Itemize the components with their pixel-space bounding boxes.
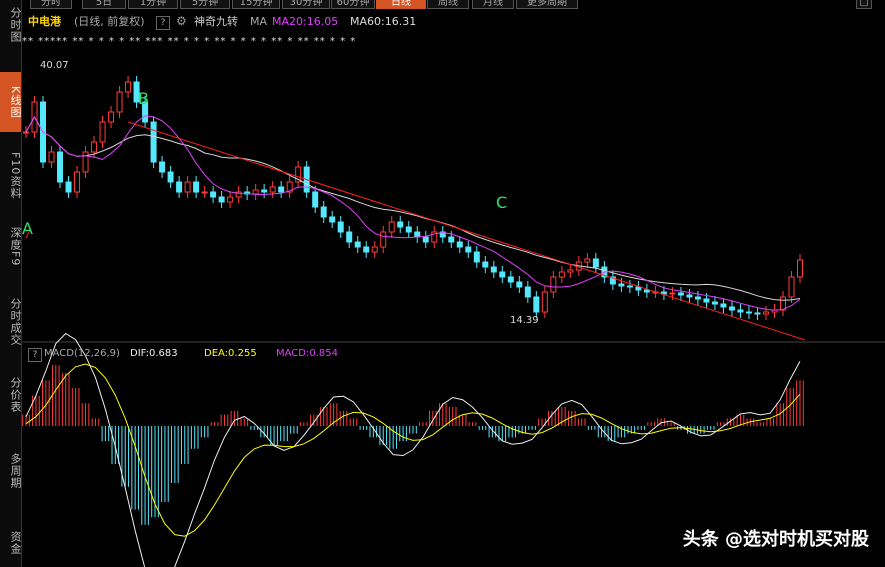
candle-body	[57, 151, 64, 183]
candle-body	[584, 258, 591, 263]
candle-body	[380, 231, 387, 248]
candle-body	[635, 286, 642, 291]
candle-body	[227, 196, 234, 203]
candle-body	[261, 189, 268, 193]
candle-body	[210, 191, 217, 198]
candle-body	[567, 269, 574, 273]
candle-body	[388, 221, 395, 233]
candle-body	[788, 276, 795, 298]
macd-title[interactable]: MACD(12,26,9)	[44, 346, 120, 362]
candle-body	[184, 181, 191, 193]
candle-body	[677, 292, 684, 296]
candle-body	[422, 236, 429, 243]
candle-body	[312, 191, 319, 208]
candle-body	[797, 259, 803, 278]
trend-line-upper	[127, 121, 806, 341]
candle-body	[686, 294, 693, 298]
candle-body	[354, 241, 361, 248]
candle-body	[533, 296, 540, 313]
candle-body	[269, 186, 276, 193]
candle-body	[754, 312, 761, 315]
candle-body	[711, 301, 718, 305]
candle-body	[745, 311, 752, 314]
candle-body	[779, 296, 786, 311]
candle-body	[728, 306, 735, 311]
candle-body	[91, 141, 98, 153]
price-low-label: 14.39	[510, 315, 539, 326]
candle-body	[482, 261, 489, 268]
candle-body	[252, 189, 259, 195]
candle-body	[448, 236, 455, 243]
candle-body	[371, 246, 378, 253]
candle-body	[465, 246, 472, 253]
ma20-line	[25, 115, 801, 311]
candle-body	[329, 216, 336, 223]
candle-body	[414, 231, 421, 238]
annotation-b: B	[138, 89, 149, 108]
price-high-label: 40.07	[40, 60, 69, 71]
candle-body	[550, 276, 557, 293]
candle-body	[456, 241, 463, 248]
candle-body	[201, 191, 208, 194]
ma60-line	[25, 115, 801, 301]
candle-body	[618, 283, 625, 287]
candle-body	[669, 292, 676, 295]
candle-body	[703, 298, 710, 303]
candle-body	[516, 281, 523, 288]
candle-body	[159, 161, 166, 173]
candle-body	[405, 226, 412, 233]
macd-dif: DIF:0.683	[130, 348, 178, 359]
candle-body	[737, 309, 744, 313]
candle-body	[65, 181, 72, 193]
candle-body	[218, 196, 225, 203]
candle-body	[176, 181, 183, 193]
candle-body	[99, 121, 106, 143]
candle-body	[558, 271, 565, 278]
macd-help-icon[interactable]: ?	[28, 348, 42, 362]
candle-body	[48, 151, 55, 163]
candle-body	[116, 91, 123, 113]
candle-body	[592, 258, 599, 268]
candle-body	[490, 266, 497, 273]
candle-body	[193, 181, 200, 193]
candle-body	[320, 206, 327, 218]
candle-body	[23, 131, 29, 134]
candle-body	[108, 111, 115, 123]
candle-body	[541, 291, 548, 313]
candle-body	[473, 251, 480, 263]
candle-body	[720, 303, 727, 308]
candle-body	[346, 231, 353, 243]
candle-body	[337, 221, 344, 233]
candle-body	[74, 171, 81, 193]
candle-body	[762, 311, 769, 315]
candle-body	[626, 285, 633, 288]
candle-body	[507, 276, 514, 283]
candle-body	[125, 81, 132, 93]
macd-value: MACD:0.854	[276, 348, 338, 359]
candle-body	[278, 186, 285, 193]
candle-body	[167, 171, 174, 183]
candle-body	[694, 296, 701, 300]
candle-body	[643, 289, 650, 293]
candle-body	[524, 286, 531, 298]
kline-chart[interactable]: A B C 40.07 14.39	[0, 0, 885, 567]
macd-dea: DEA:0.255	[204, 348, 257, 359]
candle-body	[363, 246, 370, 253]
annotation-a: A	[22, 219, 33, 238]
annotation-c: C	[496, 193, 507, 212]
watermark: 头条 @选对时机买对股	[682, 529, 869, 550]
candlestick-series	[23, 76, 803, 320]
candle-body	[499, 271, 506, 278]
candle-body	[397, 221, 404, 228]
candle-body	[150, 121, 157, 163]
macd-histogram	[22, 365, 804, 525]
